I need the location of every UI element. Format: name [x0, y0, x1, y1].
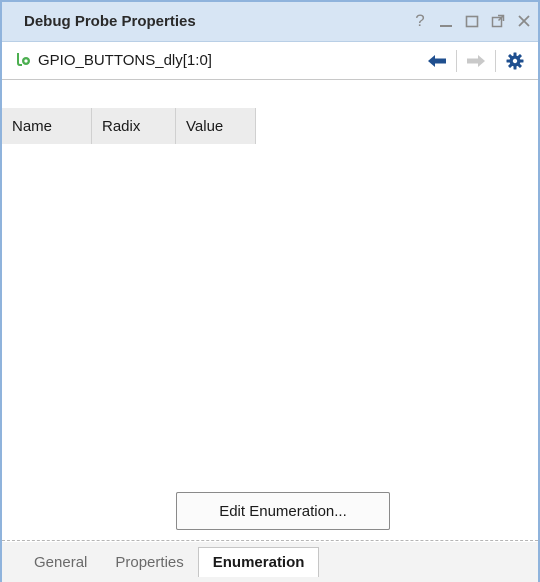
debug-probe-properties-panel: Debug Probe Properties ? GPIO_BUTTONS_dl… — [0, 0, 540, 582]
probe-name: GPIO_BUTTONS_dly[1:0] — [38, 52, 212, 69]
float-icon[interactable] — [490, 11, 506, 31]
enumeration-table-header: Name Radix Value — [2, 108, 256, 144]
panel-titlebar: Debug Probe Properties ? — [2, 2, 538, 42]
maximize-icon[interactable] — [464, 11, 480, 31]
table-header-spacer — [2, 80, 538, 108]
tab-general[interactable]: General — [22, 547, 101, 577]
tabs-divider — [2, 540, 538, 541]
window-controls: ? — [412, 11, 532, 31]
enumeration-table-body[interactable] — [2, 144, 538, 544]
gear-icon[interactable] — [500, 48, 530, 74]
tab-properties[interactable]: Properties — [101, 547, 197, 577]
properties-tabs: General Properties Enumeration — [2, 542, 538, 582]
toolbar-actions — [422, 48, 530, 74]
arrow-right-icon[interactable] — [461, 48, 491, 74]
column-header-value[interactable]: Value — [176, 108, 256, 144]
probe-bus-icon — [16, 51, 32, 71]
toolbar-divider — [456, 50, 457, 72]
panel-title: Debug Probe Properties — [24, 13, 196, 30]
toolbar-divider — [495, 50, 496, 72]
close-icon[interactable] — [516, 11, 532, 31]
probe-toolbar: GPIO_BUTTONS_dly[1:0] — [2, 42, 538, 80]
column-header-radix[interactable]: Radix — [92, 108, 176, 144]
minimize-icon[interactable] — [438, 11, 454, 31]
help-icon[interactable]: ? — [412, 11, 428, 31]
edit-enumeration-button[interactable]: Edit Enumeration... — [176, 492, 390, 530]
arrow-left-icon[interactable] — [422, 48, 452, 74]
tab-enumeration[interactable]: Enumeration — [197, 547, 320, 577]
column-header-name[interactable]: Name — [2, 108, 92, 144]
